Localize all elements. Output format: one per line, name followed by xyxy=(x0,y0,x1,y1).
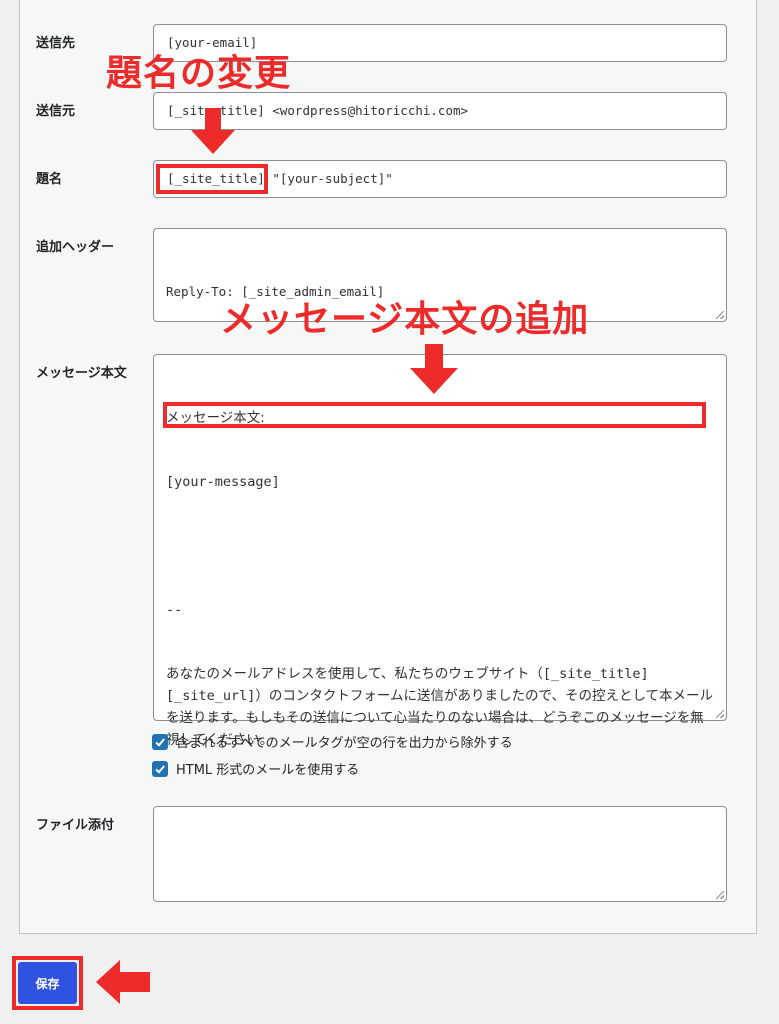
subject-rest-text: "[your-subject]" xyxy=(264,171,393,186)
body-insert-highlight-box xyxy=(163,402,706,428)
attachments-field[interactable] xyxy=(153,806,727,902)
from-field[interactable]: [_site_title] <wordpress@hitoricchi.com> xyxy=(153,92,727,130)
resize-handle-icon[interactable] xyxy=(716,891,724,899)
to-label: 送信先 xyxy=(36,36,76,51)
checkbox-checked-icon[interactable] xyxy=(152,760,168,777)
arrow-down-icon xyxy=(191,108,235,154)
headers-label: 追加ヘッダー xyxy=(36,240,115,255)
arrow-left-icon xyxy=(96,960,150,1004)
subject-change-annotation: 題名の変更 xyxy=(106,53,292,94)
body-paragraph-a: あなたのメールアドレスを使用して、私たちのウェブサイト（ xyxy=(166,666,543,682)
attachments-label: ファイル添付 xyxy=(36,818,115,833)
subject-label: 題名 xyxy=(36,172,63,187)
use-html-label: HTML 形式のメールを使用する xyxy=(176,763,360,778)
exclude-blank-label: 含まれるすべてのメールタグが空の行を出力から除外する xyxy=(176,736,513,751)
resize-handle-icon[interactable] xyxy=(716,311,724,319)
from-label: 送信元 xyxy=(36,104,76,119)
arrow-down-icon xyxy=(410,344,458,394)
body-add-annotation: メッセージ本文の追加 xyxy=(220,299,590,340)
checkbox-checked-icon[interactable] xyxy=(152,733,168,750)
body-blank-line xyxy=(166,535,714,557)
use-html-option[interactable]: HTML 形式のメールを使用する xyxy=(152,759,359,778)
resize-handle-icon[interactable] xyxy=(716,710,724,718)
body-line-3: -- xyxy=(166,602,183,618)
save-button[interactable]: 保存 xyxy=(18,962,77,1004)
body-line-2: [your-message] xyxy=(166,474,280,490)
subject-highlight-box xyxy=(156,164,268,194)
exclude-blank-option[interactable]: 含まれるすべてのメールタグが空の行を出力から除外する xyxy=(152,732,513,751)
body-label: メッセージ本文 xyxy=(36,366,127,381)
